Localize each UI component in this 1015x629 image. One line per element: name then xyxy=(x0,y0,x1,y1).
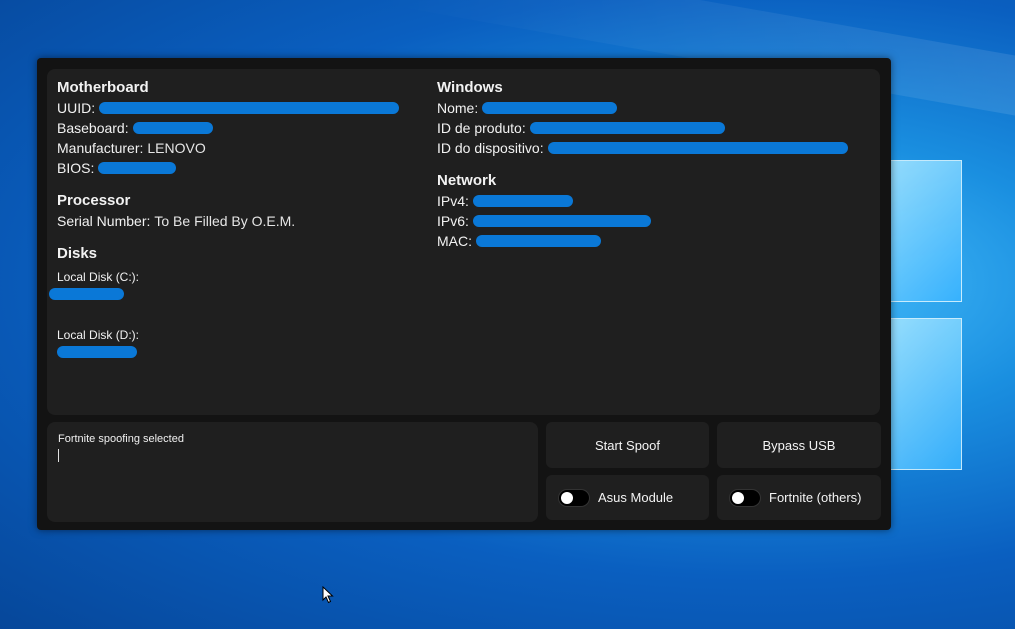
windows-title: Windows xyxy=(437,79,503,96)
ipv6-label: IPv6: xyxy=(437,213,469,229)
toggle-switch-off[interactable] xyxy=(729,488,761,507)
redacted-value xyxy=(99,102,400,114)
ipv4-row: IPv4: xyxy=(437,191,877,211)
redacted-value xyxy=(49,288,124,300)
serial-row: Serial Number: To Be Filled By O.E.M. xyxy=(57,211,427,231)
text-caret xyxy=(58,449,59,462)
product-id-row: ID de produto: xyxy=(437,118,877,138)
redacted-value xyxy=(547,142,848,154)
disk-d-label: Local Disk (D:): xyxy=(57,328,140,342)
bios-row: BIOS: xyxy=(57,158,427,178)
ipv4-label: IPv4: xyxy=(437,193,469,209)
mac-row: MAC: xyxy=(437,231,877,251)
asus-module-toggle[interactable]: Asus Module xyxy=(546,475,709,520)
baseboard-row: Baseboard: xyxy=(57,118,427,138)
name-label: Nome: xyxy=(437,100,479,116)
bypass-usb-button[interactable]: Bypass USB xyxy=(717,422,881,468)
redacted-value xyxy=(472,215,651,227)
product-id-label: ID de produto: xyxy=(437,120,526,136)
redacted-value xyxy=(482,102,618,114)
network-title: Network xyxy=(437,172,497,189)
serial-value: To Be Filled By O.E.M. xyxy=(154,213,296,229)
fortnite-others-label: Fortnite (others) xyxy=(769,490,862,505)
disks-title: Disks xyxy=(57,245,98,262)
log-console[interactable]: Fortnite spoofing selected xyxy=(47,422,538,522)
serial-label: Serial Number: xyxy=(57,213,151,229)
os-network-column: Windows Nome: ID de produto: ID do dispo… xyxy=(437,79,877,251)
processor-title: Processor xyxy=(57,192,131,209)
redacted-value xyxy=(472,195,573,207)
console-message: Fortnite spoofing selected xyxy=(58,433,184,445)
toggle-switch-off[interactable] xyxy=(558,488,590,507)
uuid-row: UUID: xyxy=(57,98,427,118)
asus-module-label: Asus Module xyxy=(598,490,674,505)
name-row: Nome: xyxy=(437,98,877,118)
mac-label: MAC: xyxy=(437,233,472,249)
redacted-value xyxy=(57,346,137,358)
manufacturer-value: LENOVO xyxy=(147,140,206,156)
hardware-column: Motherboard UUID: Baseboard: Manufacture… xyxy=(49,79,427,358)
redacted-value xyxy=(98,162,177,174)
redacted-value xyxy=(132,122,213,134)
spoofer-window: Motherboard UUID: Baseboard: Manufacture… xyxy=(37,58,891,530)
manufacturer-row: Manufacturer: LENOVO xyxy=(57,138,427,158)
start-spoof-button[interactable]: Start Spoof xyxy=(546,422,709,468)
redacted-value xyxy=(476,235,601,247)
device-id-label: ID do dispositivo: xyxy=(437,140,544,156)
fortnite-others-toggle[interactable]: Fortnite (others) xyxy=(717,475,881,520)
motherboard-title: Motherboard xyxy=(57,79,149,96)
arrow-cursor-icon xyxy=(322,586,334,604)
windows-logo-wallpaper xyxy=(890,160,1015,470)
baseboard-label: Baseboard: xyxy=(57,120,129,136)
uuid-label: UUID: xyxy=(57,100,96,116)
device-id-row: ID do dispositivo: xyxy=(437,138,877,158)
disk-c-label: Local Disk (C:): xyxy=(57,270,140,284)
ipv6-row: IPv6: xyxy=(437,211,877,231)
manufacturer-label: Manufacturer: xyxy=(57,140,144,156)
bios-label: BIOS: xyxy=(57,160,95,176)
system-info-panel: Motherboard UUID: Baseboard: Manufacture… xyxy=(47,69,880,415)
redacted-value xyxy=(529,122,725,134)
